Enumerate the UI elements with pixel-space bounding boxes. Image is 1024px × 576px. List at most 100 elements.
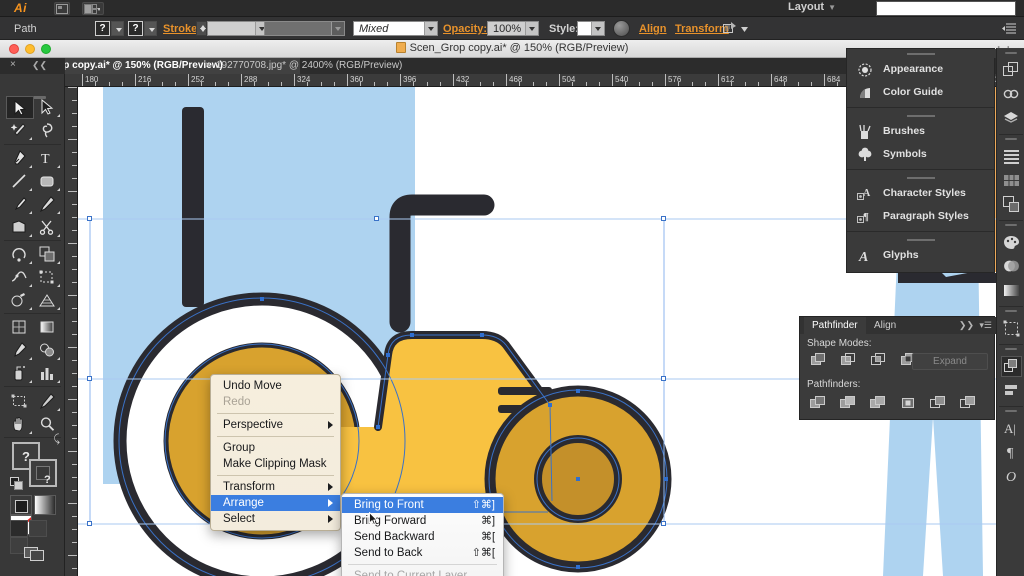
graphic-style-dropdown[interactable] (577, 21, 605, 36)
panel-drag-handle[interactable] (847, 49, 996, 58)
scale-tool[interactable] (34, 243, 62, 266)
panel-group-handle[interactable] (847, 111, 994, 120)
pen-tool[interactable] (6, 147, 34, 170)
layout-menu[interactable]: Layout ▼ (788, 1, 836, 13)
close-icon[interactable]: × (205, 58, 211, 74)
path-anchor[interactable] (410, 333, 414, 337)
stroke-dropdown-arrow[interactable] (144, 21, 157, 36)
rail-drag-handle[interactable] (1005, 138, 1017, 140)
panel-item-appearance[interactable]: Appearance (847, 58, 994, 81)
column-graph-tool[interactable] (34, 362, 62, 385)
panel-item-color-guide[interactable]: Color Guide (847, 81, 994, 104)
context-menu-item-transform[interactable]: Transform (211, 479, 340, 495)
eyedropper-tool[interactable] (6, 339, 34, 362)
stroke-weight-stepper[interactable] (196, 21, 207, 36)
submenu-item-send-backward[interactable]: Send Backward ⌘[ (342, 529, 503, 545)
lasso-tool[interactable] (34, 119, 62, 142)
submenu-item-send-to-back[interactable]: Send to Back ⇧⌘[ (342, 545, 503, 561)
panel-group-handle[interactable] (847, 235, 994, 244)
pathfinder-rail-icon[interactable] (1001, 60, 1022, 81)
minus-front-icon[interactable] (839, 352, 858, 368)
intersect-icon[interactable] (869, 352, 888, 368)
selection-handle[interactable] (661, 521, 666, 526)
width-tool[interactable] (6, 266, 34, 289)
align-button[interactable]: Align (639, 23, 667, 35)
align-panel-rail-icon[interactable] (1001, 380, 1022, 401)
tab-pathfinder[interactable]: Pathfinder (804, 317, 866, 334)
gradient-mode-icon[interactable] (34, 495, 56, 515)
links-rail-icon[interactable] (1001, 84, 1022, 105)
path-anchor[interactable] (480, 333, 484, 337)
unite-icon[interactable] (809, 352, 828, 368)
collapse-icon[interactable]: ❯❯ (959, 320, 974, 331)
chevron-down-icon[interactable] (740, 22, 749, 35)
path-anchor[interactable] (548, 403, 552, 407)
context-menu[interactable]: Undo Move Redo Perspective Group Make Clippi… (210, 374, 341, 531)
fill-dropdown-arrow[interactable] (111, 21, 124, 36)
hand-tool[interactable] (6, 413, 34, 436)
crop-icon[interactable] (899, 395, 918, 411)
recolor-artwork-icon[interactable] (613, 20, 630, 37)
arrange-documents-button[interactable] (82, 2, 104, 15)
fill-swatch-icon[interactable]: ? (95, 21, 110, 36)
artboards-rail-icon[interactable] (1001, 194, 1022, 215)
scissors-tool[interactable] (34, 216, 62, 239)
layers-rail-icon[interactable] (1001, 108, 1022, 129)
gradient-tool[interactable] (34, 316, 62, 339)
stroke-swatch-icon[interactable]: ? (128, 21, 143, 36)
panel-item-character-styles[interactable]: A Character Styles (847, 182, 994, 205)
character-rail-icon[interactable]: A| (1001, 418, 1022, 439)
context-menu-item-perspective[interactable]: Perspective (211, 417, 340, 433)
submenu-item-bring-forward[interactable]: Bring Forward ⌘] (342, 513, 503, 529)
rail-drag-handle[interactable] (1005, 52, 1017, 54)
panel-item-symbols[interactable]: Symbols (847, 143, 994, 166)
free-transform-tool[interactable] (34, 266, 62, 289)
merge-icon[interactable] (869, 395, 888, 411)
draw-normal-icon[interactable] (10, 520, 28, 537)
stroke-color-swatch[interactable] (29, 459, 57, 487)
minus-back-icon[interactable] (959, 395, 978, 411)
context-menu-item-make-clipping-mask[interactable]: Make Clipping Mask (211, 456, 340, 472)
path-anchor[interactable] (376, 425, 380, 429)
trim-icon[interactable] (839, 395, 858, 411)
panel-group-handle[interactable] (847, 173, 994, 182)
selection-handle[interactable] (87, 376, 92, 381)
opacity-label[interactable]: Opacity: (443, 23, 487, 35)
rail-drag-handle[interactable] (1005, 410, 1017, 412)
path-anchor[interactable] (664, 477, 668, 481)
artboard-tool[interactable] (6, 390, 34, 413)
path-anchor[interactable] (386, 353, 390, 357)
swap-fill-stroke-icon[interactable]: ⤹ (53, 433, 60, 446)
panel-menu-icon[interactable] (1002, 23, 1016, 34)
context-menu-item-undo-move[interactable]: Undo Move (211, 378, 340, 394)
slice-tool[interactable] (34, 390, 62, 413)
transparency-rail-icon[interactable] (1001, 256, 1022, 277)
perspective-grid-tool[interactable] (34, 289, 62, 312)
selection-handle[interactable] (661, 376, 666, 381)
symbol-sprayer-tool[interactable] (6, 362, 34, 385)
context-menu-item-select[interactable]: Select (211, 511, 340, 527)
arrange-submenu[interactable]: Bring to Front ⇧⌘] Bring Forward ⌘] Send Bac… (341, 493, 504, 576)
vertical-ruler[interactable] (65, 87, 78, 576)
paintbrush-tool[interactable] (6, 193, 34, 216)
context-menu-item-arrange[interactable]: Arrange (211, 495, 340, 511)
mesh-tool[interactable] (6, 316, 34, 339)
expand-button[interactable]: Expand (912, 353, 988, 370)
selection-handle[interactable] (87, 521, 92, 526)
change-screen-mode-icon[interactable] (24, 544, 46, 562)
document-setup-icon[interactable] (723, 22, 737, 35)
swatches-rail-icon[interactable] (1001, 170, 1022, 191)
path-anchor[interactable] (576, 389, 580, 393)
rotate-tool[interactable] (6, 243, 34, 266)
search-input[interactable] (876, 1, 1016, 16)
outline-icon[interactable] (929, 395, 948, 411)
transform-button[interactable]: Transform (675, 23, 729, 35)
bridge-button[interactable] (54, 2, 70, 15)
rail-drag-handle[interactable] (1005, 310, 1017, 312)
context-menu-item-group[interactable]: Group (211, 440, 340, 456)
align-rail-icon[interactable] (1001, 146, 1022, 167)
selection-handle[interactable] (374, 216, 379, 221)
shape-builder-tool[interactable] (6, 289, 34, 312)
selection-handle[interactable] (87, 216, 92, 221)
stroke-weight-dropdown[interactable] (207, 21, 269, 36)
